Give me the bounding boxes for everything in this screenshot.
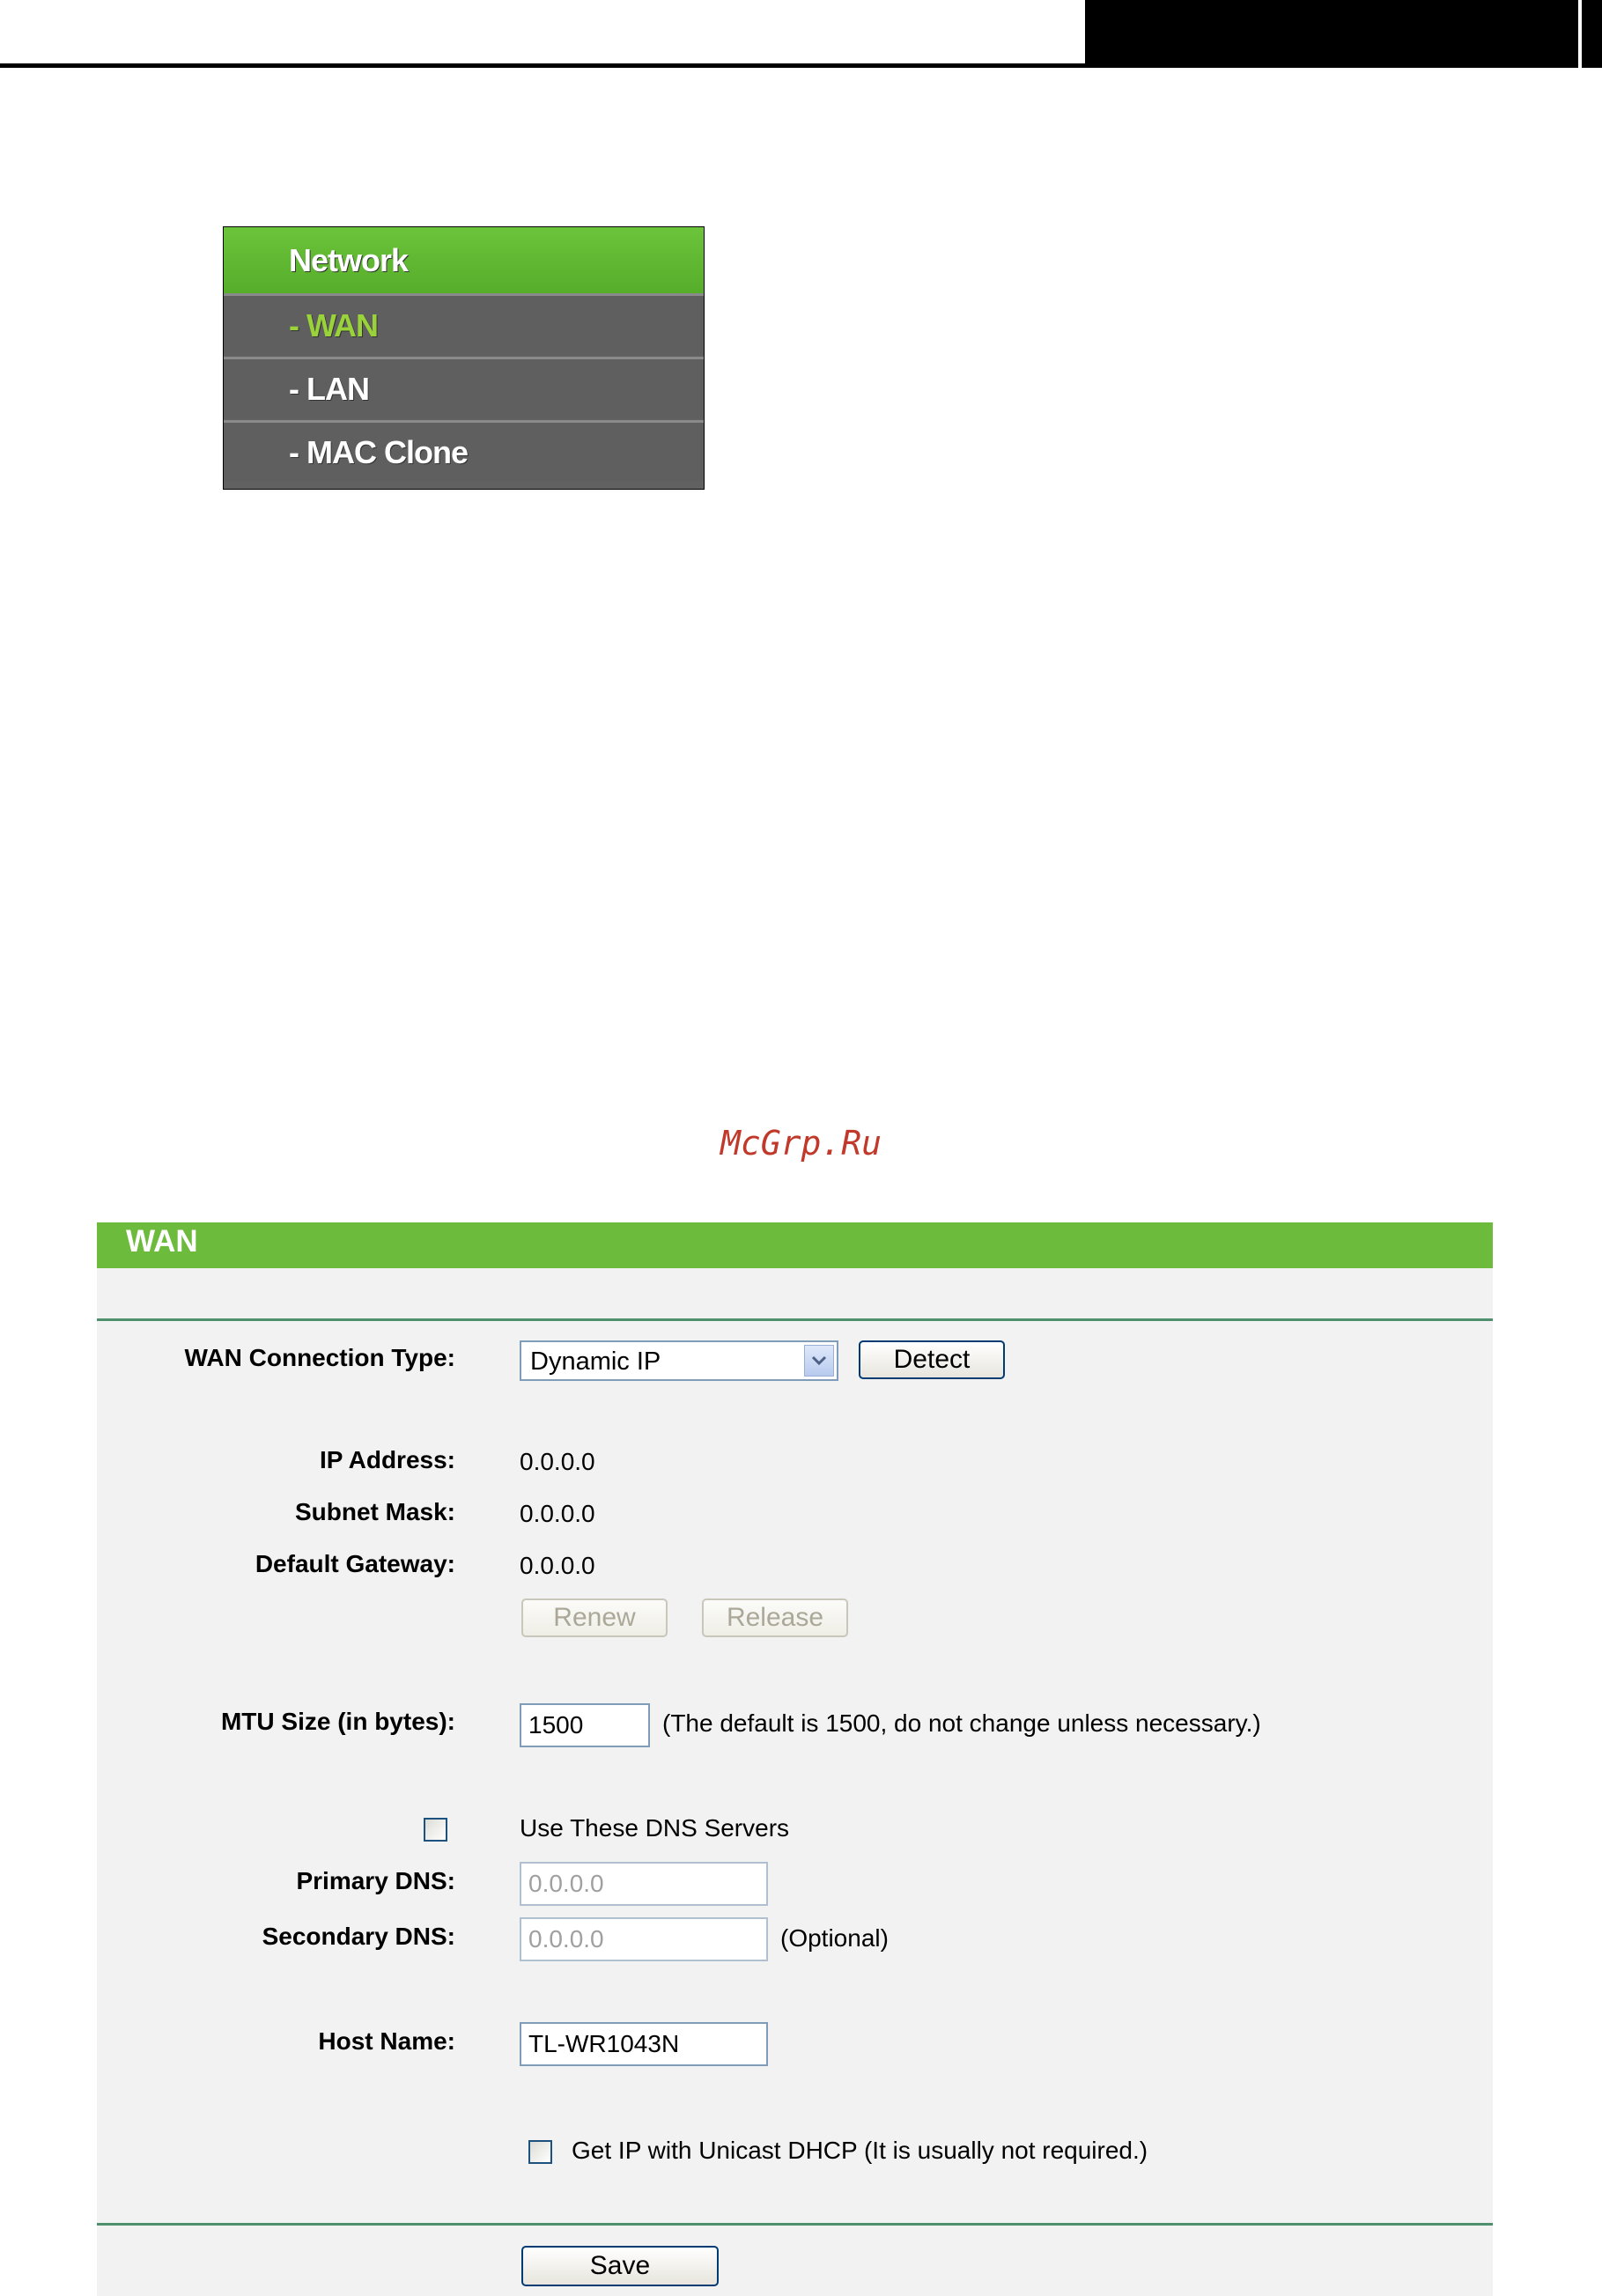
watermark: McGrp.Ru	[720, 1124, 882, 1163]
network-menu: Network - WAN - LAN - MAC Clone	[223, 226, 705, 490]
menu-network-heading[interactable]: Network	[224, 227, 704, 293]
unicast-dhcp-label: Get IP with Unicast DHCP (It is usually …	[572, 2137, 1148, 2164]
secondary-dns-input[interactable]: 0.0.0.0	[520, 1917, 768, 1961]
wan-panel-title: WAN	[126, 1224, 198, 1259]
primary-dns-input[interactable]: 0.0.0.0	[520, 1862, 768, 1906]
bottom-divider	[97, 2223, 1493, 2226]
host-name-input[interactable]: TL-WR1043N	[520, 2022, 768, 2066]
ip-address-label: IP Address:	[319, 1446, 455, 1473]
wan-panel-header	[97, 1222, 1493, 1268]
secondary-dns-label: Secondary DNS:	[262, 1923, 455, 1950]
wan-connection-type-label: WAN Connection Type:	[184, 1344, 455, 1371]
ip-address-value: 0.0.0.0	[520, 1448, 595, 1475]
use-dns-servers-label: Use These DNS Servers	[520, 1814, 790, 1842]
save-button[interactable]: Save	[521, 2246, 719, 2286]
menu-item-wan[interactable]: - WAN	[224, 293, 704, 355]
mtu-note: (The default is 1500, do not change unle…	[662, 1709, 1261, 1737]
default-gateway-value: 0.0.0.0	[520, 1552, 595, 1579]
unicast-dhcp-checkbox[interactable]	[528, 2140, 552, 2164]
header-block	[1085, 0, 1602, 68]
renew-button[interactable]: Renew	[521, 1598, 668, 1637]
top-divider	[97, 1318, 1493, 1321]
menu-item-lan-label: - LAN	[289, 370, 370, 407]
wan-connection-type-value: Dynamic IP	[530, 1347, 661, 1376]
subnet-mask-label: Subnet Mask:	[294, 1498, 455, 1525]
subnet-mask-value: 0.0.0.0	[520, 1500, 595, 1527]
wan-connection-type-select[interactable]: Dynamic IP	[520, 1340, 838, 1381]
detect-button[interactable]: Detect	[859, 1340, 1005, 1379]
menu-network-label: Network	[289, 241, 409, 278]
mtu-label: MTU Size (in bytes):	[220, 1708, 455, 1735]
chevron-down-icon[interactable]	[804, 1345, 834, 1377]
mtu-input[interactable]: 1500	[520, 1703, 650, 1747]
wan-panel	[97, 1222, 1493, 2296]
secondary-dns-optional-note: (Optional)	[780, 1924, 889, 1952]
header-rule	[0, 63, 1088, 68]
default-gateway-label: Default Gateway:	[255, 1550, 455, 1577]
menu-item-lan[interactable]: - LAN	[224, 357, 704, 418]
release-button[interactable]: Release	[702, 1598, 848, 1637]
menu-item-mac-clone-label: - MAC Clone	[289, 433, 469, 470]
use-dns-servers-checkbox[interactable]	[424, 1818, 447, 1842]
menu-item-mac-clone[interactable]: - MAC Clone	[224, 420, 704, 482]
header-divider	[1578, 0, 1582, 68]
primary-dns-label: Primary DNS:	[296, 1867, 455, 1894]
host-name-label: Host Name:	[318, 2027, 455, 2055]
menu-item-wan-label: - WAN	[289, 306, 379, 343]
